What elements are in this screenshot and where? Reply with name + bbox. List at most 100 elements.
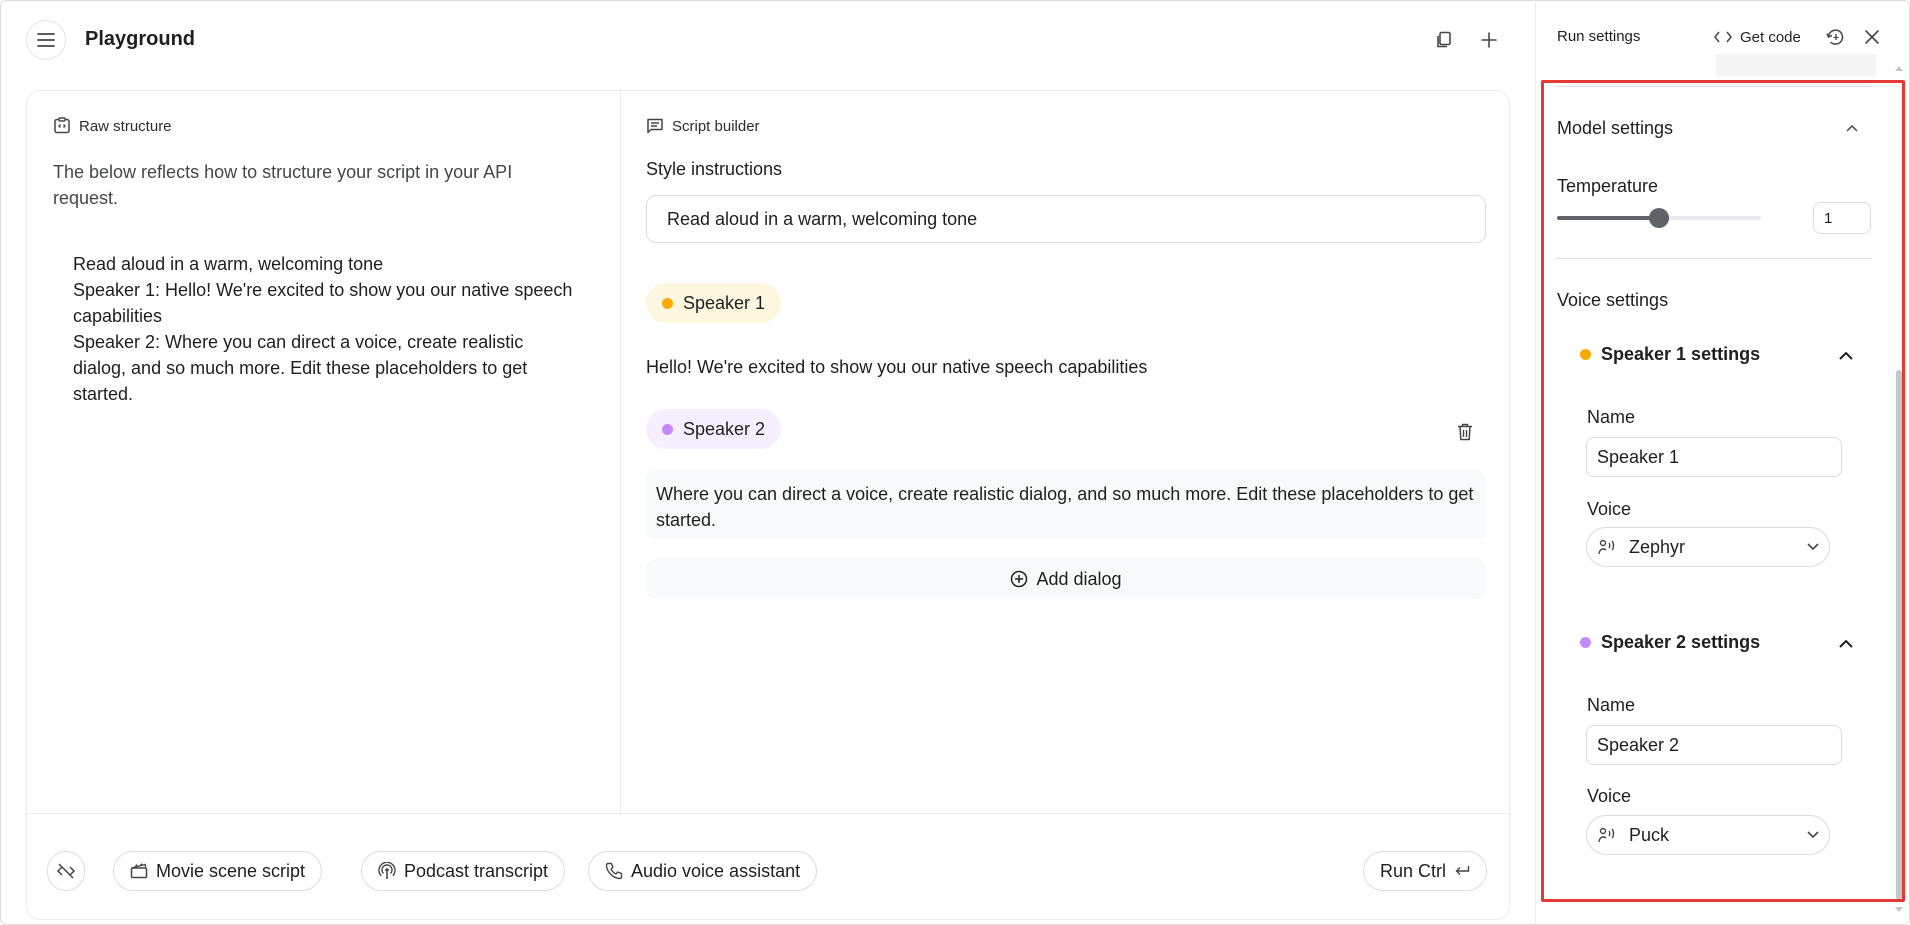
- speaker-2-voice-label: Voice: [1587, 786, 1632, 806]
- speaker-2-settings-dot: [1580, 637, 1591, 648]
- speaker-1-voice-select[interactable]: Zephyr: [1586, 527, 1830, 567]
- main-card: Raw structure The below reflects how to …: [26, 90, 1510, 920]
- temperature-slider[interactable]: [1557, 208, 1761, 228]
- plus-icon: [1481, 32, 1497, 48]
- raw-script[interactable]: Read aloud in a warm, welcoming tone Spe…: [73, 251, 573, 407]
- close-icon: [1865, 30, 1879, 44]
- preset-label: Audio voice assistant: [631, 860, 801, 881]
- voice-icon: [1598, 539, 1615, 555]
- raw-script-line: Speaker 2: Where you can direct a voice,…: [73, 332, 528, 404]
- temperature-slider-thumb[interactable]: [1649, 208, 1669, 228]
- menu-icon: [37, 33, 55, 47]
- speaker-1-settings-collapse[interactable]: [1834, 343, 1858, 367]
- speaker-1-chip[interactable]: Speaker 1: [646, 283, 782, 323]
- chevron-down-icon: [1807, 831, 1819, 839]
- speaker-1-name-input[interactable]: Speaker 1: [1586, 437, 1842, 477]
- new-button[interactable]: [1475, 26, 1503, 54]
- raw-structure-description: The below reflects how to structure your…: [53, 162, 513, 208]
- scroll-down-arrow[interactable]: [1894, 906, 1904, 914]
- code-icon: [1714, 31, 1732, 43]
- temperature-label: Temperature: [1557, 176, 1659, 196]
- temperature-input[interactable]: 1: [1813, 202, 1871, 234]
- menu-button[interactable]: [26, 20, 66, 60]
- delete-dialog-button[interactable]: [1452, 419, 1478, 445]
- chevron-up-icon: [1839, 351, 1853, 360]
- reset-icon: [1826, 29, 1844, 45]
- phone-icon: [605, 862, 623, 880]
- reset-settings-button[interactable]: [1823, 24, 1849, 50]
- speaker-2-dot: [662, 423, 673, 435]
- header: Playground: [0, 0, 1535, 80]
- preset-audio-voice-assistant[interactable]: Audio voice assistant: [588, 851, 818, 891]
- chevron-down-icon: [1807, 543, 1819, 551]
- raw-structure-label: Raw structure: [53, 117, 172, 135]
- script-builder-title: Script builder: [672, 117, 760, 135]
- speaker-1-voice-value: Zephyr: [1629, 536, 1686, 557]
- copy-icon: [1437, 31, 1451, 48]
- script-builder-label: Script builder: [646, 117, 760, 135]
- speaker-1-settings-dot: [1580, 349, 1591, 360]
- speaker-2-name-label: Name: [1587, 695, 1636, 715]
- header-divider: [1556, 86, 1872, 87]
- chevron-up-icon: [1846, 124, 1858, 132]
- column-divider: [620, 91, 621, 813]
- run-button[interactable]: Run Ctrl: [1363, 851, 1488, 891]
- section-divider: [1556, 258, 1872, 259]
- model-settings-title: Model settings: [1557, 118, 1674, 138]
- get-code-button[interactable]: Get code: [1714, 24, 1801, 50]
- page-title: Playground: [85, 28, 196, 50]
- speaker-1-dot: [662, 297, 673, 309]
- speaker-1-settings-header[interactable]: Speaker 1 settings: [1580, 344, 1760, 365]
- speaker-1-chip-label: Speaker 1: [683, 292, 766, 313]
- chevron-up-icon: [1839, 639, 1853, 648]
- speaker-1-settings-title: Speaker 1 settings: [1601, 344, 1761, 364]
- speaker-1-voice-label: Voice: [1587, 499, 1632, 519]
- raw-script-line: Read aloud in a warm, welcoming tone: [73, 254, 384, 274]
- voice-icon: [1598, 827, 1615, 843]
- add-dialog-label: Add dialog: [1036, 568, 1122, 589]
- preset-podcast-transcript[interactable]: Podcast transcript: [361, 851, 566, 891]
- chat-icon: [647, 118, 663, 134]
- speaker-2-dialog[interactable]: Where you can direct a voice, create rea…: [646, 471, 1486, 539]
- add-circle-icon: [1011, 570, 1028, 588]
- style-instructions-label: Style instructions: [646, 159, 783, 179]
- style-instructions-input[interactable]: Read aloud in a warm, welcoming tone: [646, 195, 1486, 243]
- scroll-up-arrow[interactable]: [1894, 64, 1904, 72]
- podcast-icon: [378, 862, 396, 879]
- enter-key-icon: [1455, 866, 1470, 875]
- model-settings-collapse[interactable]: [1840, 116, 1864, 140]
- get-code-hover: [1716, 54, 1876, 76]
- run-settings-title: Run settings: [1557, 28, 1641, 45]
- temperature-slider-fill: [1557, 216, 1659, 220]
- code-off-icon: [56, 863, 76, 879]
- run-label: Run Ctrl: [1380, 860, 1447, 881]
- add-dialog-button[interactable]: Add dialog: [646, 559, 1486, 599]
- preset-label: Podcast transcript: [404, 860, 549, 881]
- raw-script-line: Speaker 1: Hello! We're excited to show …: [73, 280, 573, 326]
- speaker-1-dialog[interactable]: Hello! We're excited to show you our nat…: [646, 354, 1147, 380]
- run-settings-divider: [1535, 0, 1536, 925]
- script-builder: Script builder Style instructions Read a…: [646, 91, 1486, 811]
- preset-label: Movie scene script: [156, 860, 306, 881]
- voice-settings-title: Voice settings: [1557, 290, 1669, 310]
- speaker-2-settings-collapse[interactable]: [1834, 631, 1858, 655]
- hide-code-button[interactable]: [47, 851, 85, 891]
- speaker-2-voice-select[interactable]: Puck: [1586, 815, 1830, 855]
- compare-button[interactable]: [1430, 26, 1458, 54]
- speaker-2-voice-value: Puck: [1629, 824, 1670, 845]
- speaker-2-settings-header[interactable]: Speaker 2 settings: [1580, 632, 1760, 653]
- speaker-1-name-label: Name: [1587, 407, 1636, 427]
- toolbar-divider: [27, 813, 1509, 814]
- speaker-2-settings-title: Speaker 2 settings: [1601, 632, 1761, 652]
- settings-scrollbar[interactable]: [1896, 370, 1902, 900]
- movie-icon: [130, 863, 148, 879]
- speaker-2-chip[interactable]: Speaker 2: [646, 409, 782, 449]
- speaker-2-name-input[interactable]: Speaker 2: [1586, 725, 1842, 765]
- get-code-label: Get code: [1740, 28, 1801, 46]
- preset-movie-scene-script[interactable]: Movie scene script: [113, 851, 323, 891]
- speaker-2-chip-label: Speaker 2: [683, 418, 766, 439]
- code-file-icon: [54, 117, 70, 134]
- close-settings-button[interactable]: [1859, 24, 1885, 50]
- raw-structure-title: Raw structure: [79, 117, 172, 135]
- trash-icon: [1458, 423, 1472, 441]
